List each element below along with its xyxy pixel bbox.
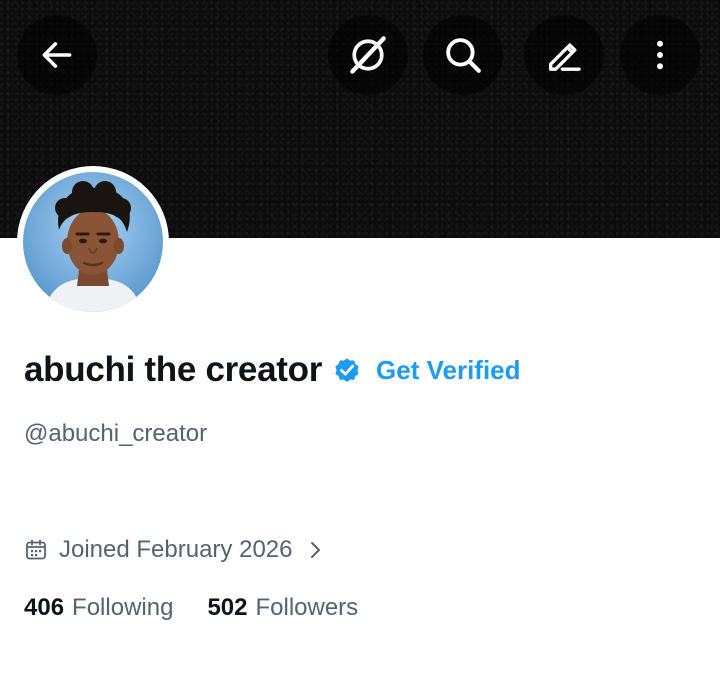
followers-label: Followers — [255, 594, 359, 621]
joined-date: Joined February 2026 — [59, 536, 293, 563]
back-button[interactable] — [17, 15, 97, 95]
joined-date-row[interactable]: Joined February 2026 — [24, 533, 324, 567]
arrow-left-icon — [42, 42, 72, 68]
grok-button[interactable] — [328, 15, 408, 95]
more-vertical-icon — [657, 40, 663, 70]
search-button[interactable] — [423, 15, 503, 95]
chevron-right-icon — [311, 542, 321, 558]
grok-slash-icon — [350, 36, 386, 74]
profile-page: abuchi the creator Get Verified @abuchi_… — [0, 0, 720, 678]
edit-button[interactable] — [524, 15, 604, 95]
user-handle: @abuchi_creator — [24, 420, 208, 447]
following-count: 406 — [24, 594, 65, 621]
display-name-row: abuchi the creator Get Verified — [24, 348, 521, 392]
following-stat[interactable]: 406 Following — [24, 594, 173, 622]
followers-stat[interactable]: 502 Followers — [207, 594, 358, 622]
avatar-image — [23, 172, 163, 312]
search-icon — [446, 38, 481, 73]
pencil-icon — [549, 43, 581, 71]
verified-badge-icon[interactable] — [332, 355, 362, 385]
get-verified-link[interactable]: Get Verified — [376, 355, 521, 386]
avatar[interactable] — [17, 166, 169, 318]
more-options-button[interactable] — [620, 15, 700, 95]
display-name: abuchi the creator — [24, 350, 323, 389]
followers-count: 502 — [207, 594, 248, 621]
following-label: Following — [72, 594, 174, 621]
follow-stats: 406 Following 502 Followers — [24, 590, 358, 626]
calendar-icon — [26, 539, 46, 560]
